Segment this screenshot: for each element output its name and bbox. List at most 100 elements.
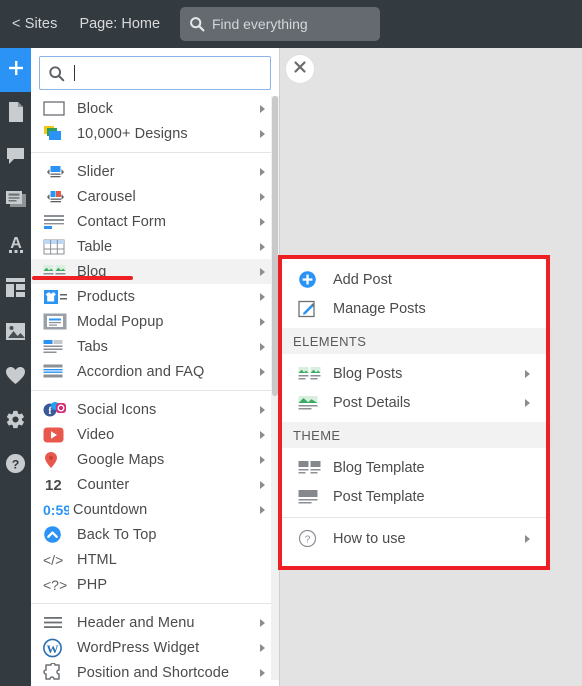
menu-item-label: Table [77,238,113,255]
rail-item-layout[interactable] [0,268,31,312]
rectangle-icon [43,99,69,119]
menu-item-label: Block [77,100,113,117]
chevron-right-icon [260,455,265,464]
rail-item-add-element[interactable] [0,48,31,92]
chevron-right-icon [260,217,265,226]
menu-item-html[interactable]: </> HTML [31,547,279,572]
rail-item-help[interactable]: ? [0,444,31,488]
slider-icon [43,162,69,182]
blog-submenu-highlight: Add Post Manage Posts ELEMENTS Blog Post… [278,255,550,570]
chevron-right-icon [260,104,265,113]
menu-item-label: Contact Form [77,213,167,230]
chevron-right-icon [525,534,530,543]
table-icon [43,237,69,257]
menu-item-designs[interactable]: 10,000+ Designs [31,121,279,146]
svg-text:A: A [10,235,22,252]
carousel-icon [43,187,69,207]
menu-item-header-and-menu[interactable]: Header and Menu [31,610,279,635]
menu-item-countdown[interactable]: 0:59 Countdown [31,497,279,522]
rail-item-settings[interactable] [0,400,31,444]
submenu-item-label: Post Details [333,394,411,411]
menu-item-label: Tabs [77,338,109,355]
rail-item-favorites[interactable] [0,356,31,400]
svg-text:?: ? [12,457,20,471]
chevron-right-icon [260,643,265,652]
chevron-right-icon [260,342,265,351]
block-list-icon [5,190,27,215]
layout-icon [5,277,26,303]
post-template-icon [298,487,324,507]
menu-item-position-shortcode[interactable]: Position and Shortcode [31,660,279,680]
menu-item-label: WordPress Widget [77,639,200,656]
menu-item-label: PHP [77,576,108,593]
chevron-right-icon [260,267,265,276]
menu-item-carousel[interactable]: Carousel [31,184,279,209]
submenu-item-blog-template[interactable]: Blog Template [282,453,546,482]
submenu-item-add-post[interactable]: Add Post [282,265,546,294]
submenu-item-label: Blog Template [333,459,425,476]
sites-back-link[interactable]: < Sites [12,16,57,32]
submenu-item-label: Add Post [333,271,392,288]
top-bar: < Sites Page: Home Find everything [0,0,582,48]
menu-item-label: Counter [77,476,130,493]
svg-text:12: 12 [45,477,62,493]
gear-icon [5,409,26,435]
submenu-item-blog-posts[interactable]: Blog Posts [282,359,546,388]
menu-item-products[interactable]: Products [31,284,279,309]
image-icon [5,322,26,346]
menu-item-label: Video [77,426,115,443]
menu-item-label: Back To Top [77,526,157,543]
menu-item-wordpress-widget[interactable]: W WordPress Widget [31,635,279,660]
chevron-right-icon [260,192,265,201]
menu-item-blog[interactable]: Blog [31,259,279,284]
global-search-placeholder: Find everything [212,16,308,32]
text-a-icon: A [5,233,27,260]
submenu-item-post-template[interactable]: Post Template [282,482,546,511]
left-icon-rail: A ? [0,48,31,686]
menu-item-video[interactable]: Video [31,422,279,447]
menu-divider [31,390,279,391]
menu-item-block[interactable]: Block [31,96,279,121]
page-label: Page: Home [79,16,161,32]
menu-item-slider[interactable]: Slider [31,159,279,184]
close-icon [292,59,308,80]
menu-item-php[interactable]: <?> PHP [31,572,279,597]
menu-item-accordion-faq[interactable]: Accordion and FAQ [31,359,279,384]
close-panel-button[interactable] [286,55,314,83]
svg-text:W: W [47,642,59,656]
menu-item-label: Accordion and FAQ [77,363,205,380]
rail-item-images[interactable] [0,312,31,356]
submenu-item-how-to-use[interactable]: ? How to use [282,524,546,553]
rail-item-blocks[interactable] [0,180,31,224]
rail-item-typography[interactable]: A [0,224,31,268]
puzzle-icon [43,663,69,681]
submenu-section-elements: ELEMENTS [282,328,546,354]
menu-item-contact-form[interactable]: Contact Form [31,209,279,234]
menu-item-back-to-top[interactable]: Back To Top [31,522,279,547]
menu-item-label: Carousel [77,188,136,205]
rail-item-comments[interactable] [0,136,31,180]
menu-item-social-icons[interactable]: f Social Icons [31,397,279,422]
menu-item-table[interactable]: Table [31,234,279,259]
menu-item-google-maps[interactable]: Google Maps [31,447,279,472]
submenu-item-manage-posts[interactable]: Manage Posts [282,294,546,323]
menu-search-input[interactable] [39,56,271,90]
svg-text:?: ? [305,535,311,546]
global-search-field[interactable]: Find everything [180,7,380,41]
menu-item-counter[interactable]: 12 Counter [31,472,279,497]
menu-divider [31,152,279,153]
post-details-icon [298,393,324,413]
rail-item-pages[interactable] [0,92,31,136]
menu-item-label: 10,000+ Designs [77,125,188,142]
submenu-item-label: Post Template [333,488,425,505]
heart-icon [5,366,26,390]
menu-item-tabs[interactable]: Tabs [31,334,279,359]
question-circle-icon: ? [298,529,324,549]
submenu-item-post-details[interactable]: Post Details [282,388,546,417]
menu-item-modal-popup[interactable]: Modal Popup [31,309,279,334]
contact-form-icon [43,212,69,232]
accordion-icon [43,362,69,382]
countdown-059-icon: 0:59 [43,500,69,520]
chevron-right-icon [260,480,265,489]
menu-item-label: Modal Popup [77,313,164,330]
